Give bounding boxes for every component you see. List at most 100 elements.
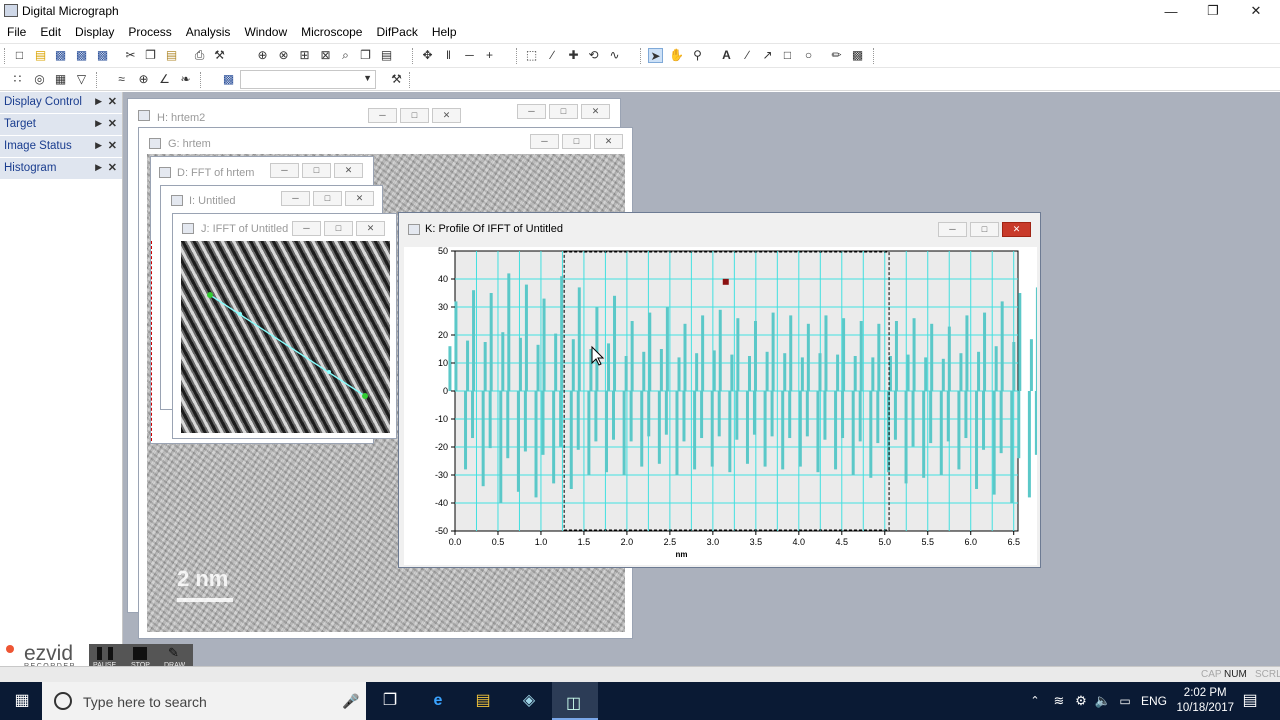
maximize-button[interactable]: □	[302, 163, 331, 178]
sidebar-item-image-status[interactable]: Image Status ▶ ✕	[0, 136, 122, 158]
zoom-plot-icon[interactable]: ⌕	[338, 48, 353, 63]
menu-file[interactable]: File	[0, 22, 33, 39]
window-ifft-untitled[interactable]: J: IFFT of Untitled ─ □ ✕	[172, 213, 397, 439]
window-caption[interactable]: D: FFT of hrtem ─ □ ✕	[151, 157, 373, 179]
task-view-icon[interactable]: ❐	[381, 693, 399, 709]
toolbar-combo[interactable]: ▼	[240, 70, 376, 89]
line-tool-icon[interactable]: ∕	[740, 48, 755, 63]
image-icon[interactable]: ▩	[850, 48, 865, 63]
menu-window[interactable]: Window	[237, 22, 294, 39]
save-all-icon[interactable]: ▩	[74, 48, 89, 63]
close-icon[interactable]: ✕	[108, 117, 117, 130]
oval-tool-icon[interactable]: ○	[801, 48, 816, 63]
close-button[interactable]: ✕	[1236, 0, 1276, 22]
menu-edit[interactable]: Edit	[33, 22, 68, 39]
notification-icon[interactable]: ▤	[1241, 693, 1259, 709]
tag-icon[interactable]: ❧	[178, 72, 193, 87]
new-file-icon[interactable]: □	[12, 48, 27, 63]
paste-icon[interactable]: ▤	[164, 48, 179, 63]
file-explorer-icon[interactable]: ▤	[474, 693, 492, 709]
copy-icon[interactable]: ❐	[143, 48, 158, 63]
profile-chart[interactable]: 0.0 0.5 1.0 1.5 2.0 2.5 3.0 3.5 4.0 4.5 5.0 5.5 6.0 6…	[404, 246, 1126, 565]
stop-icon[interactable]	[133, 647, 147, 660]
minimize-button[interactable]: ─	[281, 191, 310, 206]
lasso-icon[interactable]: ⟲	[586, 48, 601, 63]
settings-tools-icon[interactable]: ⚒	[389, 72, 404, 87]
menu-process[interactable]: Process	[121, 22, 178, 39]
edge-browser-icon[interactable]: e	[429, 693, 447, 709]
sidebar-item-display-control[interactable]: Display Control ▶ ✕	[0, 92, 122, 114]
toolbar-grip[interactable]	[412, 48, 415, 64]
sidebar-item-histogram[interactable]: Histogram ▶ ✕	[0, 158, 122, 180]
roi-midpoint[interactable]	[327, 370, 331, 374]
window-caption[interactable]: H: hrtem2 ─ □ ✕ ─ □ ✕	[128, 99, 620, 124]
select-arrow-icon[interactable]: ➤	[648, 48, 663, 63]
horizontal-line-icon[interactable]: ─	[462, 48, 477, 63]
app-pin-icon[interactable]: ◈	[520, 693, 538, 709]
points-icon[interactable]: ∷	[10, 72, 25, 87]
pause-icon[interactable]	[97, 647, 113, 660]
maximize-button[interactable]: □	[313, 191, 342, 206]
windows-start-icon[interactable]: ▦	[13, 693, 31, 709]
save-small-icon[interactable]: ▩	[221, 72, 236, 87]
toolbar-grip[interactable]	[516, 48, 519, 64]
clock[interactable]: 2:02 PM 10/18/2017	[1176, 686, 1234, 716]
draw-icon[interactable]: ✎	[168, 645, 179, 661]
window-profile[interactable]: K: Profile Of IFFT of Untitled ─ □ ✕ 0.0 0.…	[398, 212, 1126, 568]
open-folder-icon[interactable]: ▤	[33, 48, 48, 63]
expand-arrow-icon[interactable]: ▶	[95, 118, 102, 129]
close-button[interactable]: ✕	[594, 134, 623, 149]
vertical-line-icon[interactable]: ‖	[441, 48, 456, 63]
close-button[interactable]: ✕	[432, 108, 461, 123]
battery-icon[interactable]: ▭	[1116, 693, 1134, 709]
save-icon[interactable]: ▩	[53, 48, 68, 63]
network-icon[interactable]: ⚙	[1072, 693, 1090, 709]
save-display-icon[interactable]: ▩	[95, 48, 110, 63]
angle-icon[interactable]: ∠	[157, 72, 172, 87]
line-roi-icon[interactable]: ∕	[545, 48, 560, 63]
minimize-button[interactable]: ─	[530, 134, 559, 149]
spectrum-icon[interactable]: ≈	[114, 72, 129, 87]
menu-microscope[interactable]: Microscope	[294, 22, 369, 39]
close-button[interactable]: ✕	[334, 163, 363, 178]
rect-roi-icon[interactable]: ⬚	[524, 48, 539, 63]
crosshair-icon[interactable]: ⊕	[136, 72, 151, 87]
line-profile-roi[interactable]	[181, 241, 390, 433]
toolbar-grip[interactable]	[873, 48, 876, 64]
microphone-icon[interactable]: 🎤	[342, 693, 359, 710]
expand-arrow-icon[interactable]: ▶	[95, 162, 102, 173]
tray-chevron-icon[interactable]: ⌃	[1026, 693, 1044, 709]
grid-icon[interactable]: ▦	[53, 72, 68, 87]
menu-difpack[interactable]: DifPack	[369, 22, 424, 39]
close-button[interactable]: ✕	[1002, 222, 1031, 237]
cortana-icon[interactable]	[54, 692, 72, 710]
roi-midpoint[interactable]	[238, 312, 242, 316]
move-icon[interactable]: ✥	[420, 48, 435, 63]
close-button[interactable]: ✕	[356, 221, 385, 236]
toolbar-grip[interactable]	[96, 72, 99, 88]
roi-handle[interactable]	[207, 292, 213, 298]
taskbar-active-app[interactable]: ◫	[552, 682, 598, 720]
window-caption[interactable]: K: Profile Of IFFT of Untitled ─ □ ✕	[399, 213, 1040, 243]
sidebar-item-target[interactable]: Target ▶ ✕	[0, 114, 122, 136]
minimize-button[interactable]: ─	[292, 221, 321, 236]
toolbar-grip[interactable]	[4, 48, 7, 64]
chevron-down-icon[interactable]: ▼	[363, 73, 372, 83]
filter-icon[interactable]: ▽	[74, 72, 89, 87]
menu-display[interactable]: Display	[68, 22, 121, 39]
restore-button[interactable]: ❐	[1193, 0, 1233, 22]
maximize-button[interactable]: □	[549, 104, 578, 119]
point-roi-icon[interactable]: ✚	[566, 48, 581, 63]
add-plot-icon[interactable]: ⊕	[255, 48, 270, 63]
remove-plot-icon[interactable]: ⊗	[276, 48, 291, 63]
maximize-button[interactable]: □	[562, 134, 591, 149]
hand-icon[interactable]: ✋	[669, 48, 684, 63]
volume-icon[interactable]: 🔈	[1094, 693, 1112, 709]
wifi-icon[interactable]: ≋	[1050, 693, 1068, 709]
ring-icon[interactable]: ◎	[32, 72, 47, 87]
point-icon[interactable]: +	[482, 48, 497, 63]
close-button[interactable]: ✕	[581, 104, 610, 119]
minimize-button[interactable]: ─	[517, 104, 546, 119]
window-caption[interactable]: J: IFFT of Untitled ─ □ ✕	[173, 214, 396, 236]
plot-area[interactable]: 0.0 0.5 1.0 1.5 2.0 2.5 3.0 3.5 4.0 4.5 5.0 5.5 6.0 6…	[404, 246, 1126, 565]
